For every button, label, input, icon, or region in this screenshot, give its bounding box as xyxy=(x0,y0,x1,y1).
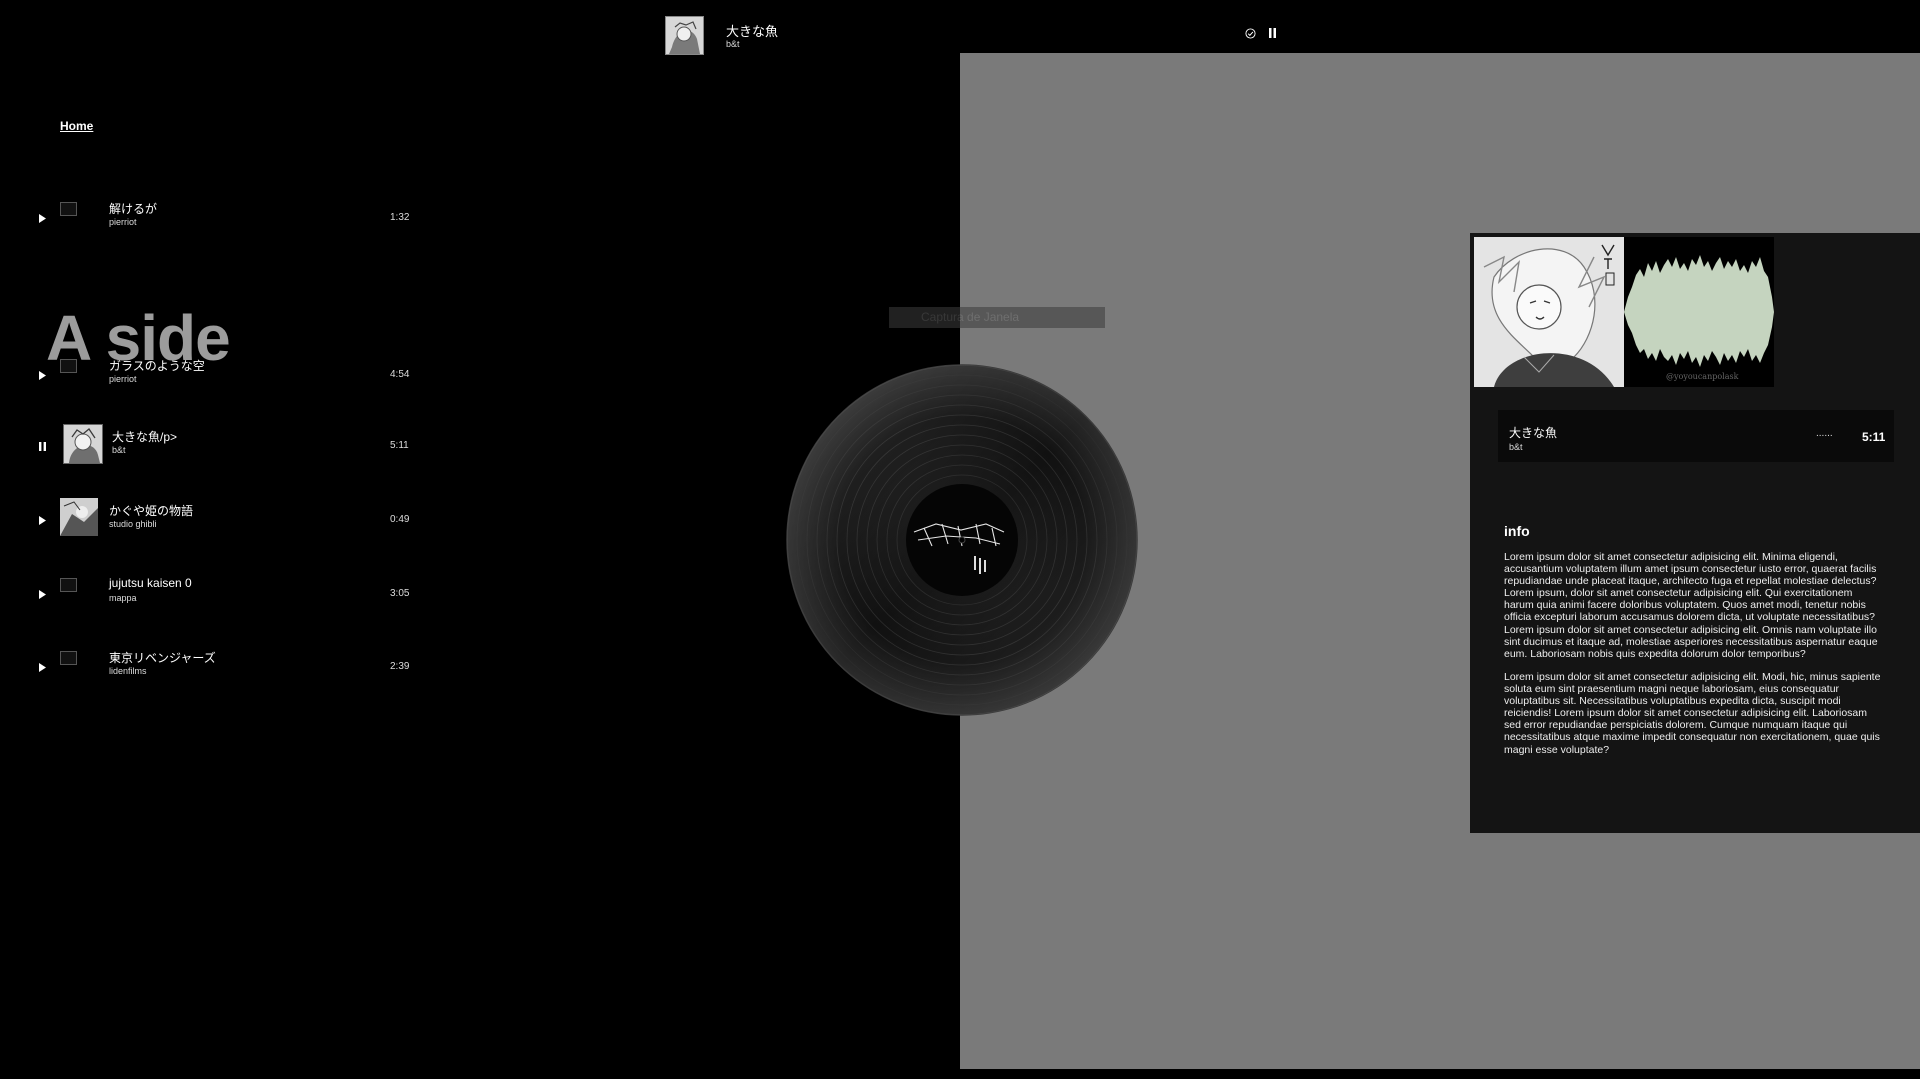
track-title: jujutsu kaisen 0 xyxy=(109,576,192,590)
track-artist: mappa xyxy=(109,593,137,603)
card-artist: b&t xyxy=(1509,442,1523,452)
track-duration: 5:11 xyxy=(390,440,409,451)
pause-icon[interactable] xyxy=(1268,28,1277,38)
track-item[interactable]: 解けるが pierriot 1:32 xyxy=(38,196,410,240)
now-playing-artist: b&t xyxy=(726,39,740,49)
track-title: かぐや姫の物語 xyxy=(109,504,194,518)
track-item[interactable]: 東京リベンジャーズ lidenfilms 2:39 xyxy=(38,645,410,689)
play-icon[interactable] xyxy=(38,516,47,525)
track-cover-image xyxy=(60,202,77,216)
card-time: 5:11 xyxy=(1862,430,1886,444)
window-capture-label: Captura de Janela xyxy=(889,307,1105,328)
track-artist: studio ghibli xyxy=(109,519,157,529)
now-playing-card[interactable]: 大きな魚 b&t ...... 5:11 xyxy=(1498,410,1894,462)
card-title: 大きな魚 xyxy=(1509,426,1558,440)
track-cover-image xyxy=(63,424,103,464)
track-cover-image xyxy=(60,651,77,665)
now-playing-cover xyxy=(665,16,704,55)
track-title: 大きな魚/p> xyxy=(112,430,178,444)
track-artist: pierriot xyxy=(109,374,137,384)
play-icon[interactable] xyxy=(38,214,47,223)
info-heading: info xyxy=(1504,523,1530,539)
info-paragraph: Lorem ipsum dolor sit amet consectetur a… xyxy=(1504,551,1878,660)
track-item[interactable]: jujutsu kaisen 0 mappa 3:05 xyxy=(38,572,410,616)
album-art-image xyxy=(1474,237,1624,387)
waveform-image xyxy=(1624,237,1774,387)
track-title: 解けるが xyxy=(109,202,158,216)
track-cover-image xyxy=(60,498,98,536)
track-cover-image xyxy=(60,359,77,373)
play-icon[interactable] xyxy=(38,590,47,599)
progress-dots: ...... xyxy=(1816,428,1833,439)
now-playing-title: 大きな魚 xyxy=(726,24,779,39)
track-duration: 0:49 xyxy=(390,514,410,525)
track-artist: b&t xyxy=(112,445,126,455)
track-artist: lidenfilms xyxy=(109,666,147,676)
track-item-active[interactable]: 大きな魚/p> b&t 5:11 xyxy=(38,424,409,468)
track-duration: 4:54 xyxy=(390,369,410,380)
track-duration: 1:32 xyxy=(390,212,410,223)
vinyl-record[interactable] xyxy=(786,364,1138,716)
track-duration: 2:39 xyxy=(390,661,410,672)
info-paragraph: Lorem ipsum dolor sit amet consectetur a… xyxy=(1504,671,1881,756)
track-item[interactable]: ガラスのような空 pierriot 4:54 xyxy=(38,353,410,397)
play-icon[interactable] xyxy=(38,663,47,672)
track-artist: pierriot xyxy=(109,217,137,227)
home-link[interactable]: Home xyxy=(60,119,93,133)
check-circle-icon[interactable] xyxy=(1245,28,1256,39)
info-panel: @yoyoucanpolask 大きな魚 b&t ...... 5:11 inf… xyxy=(1470,233,1920,833)
track-title: 東京リベンジャーズ xyxy=(109,651,216,665)
play-icon[interactable] xyxy=(38,371,47,380)
track-item[interactable]: かぐや姫の物語 studio ghibli 0:49 xyxy=(38,498,410,542)
track-title: ガラスのような空 xyxy=(109,359,205,373)
waveform-caption: @yoyoucanpolask xyxy=(1666,372,1739,381)
track-cover-image xyxy=(60,578,77,592)
track-duration: 3:05 xyxy=(390,588,410,599)
pause-icon[interactable] xyxy=(38,442,47,451)
